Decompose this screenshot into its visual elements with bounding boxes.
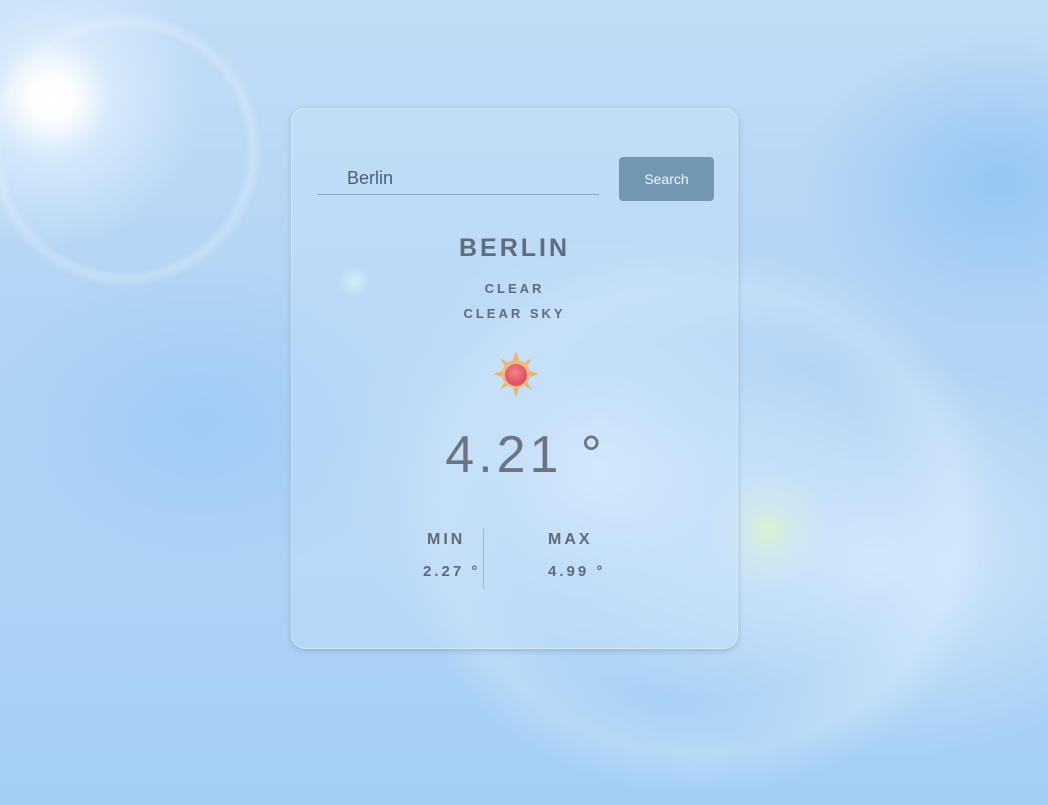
weather-condition: CLEAR	[484, 281, 545, 296]
city-search-input[interactable]	[317, 163, 599, 195]
max-temperature: 4.99 °	[548, 563, 606, 580]
search-bar: Search	[317, 157, 715, 203]
min-temperature: 2.27 °	[423, 563, 481, 580]
search-button[interactable]: Search	[619, 157, 714, 201]
min-label: MIN	[427, 531, 466, 548]
current-temperature: 4.21 °	[445, 426, 606, 484]
weather-card: Search BERLIN CLEAR CLEAR SKY 4.21 ° MIN	[291, 108, 738, 649]
min-temp-block: MIN 2.27 °	[402, 529, 484, 589]
max-label: MAX	[548, 531, 593, 548]
sun-icon	[493, 351, 539, 397]
city-name: BERLIN	[458, 234, 571, 262]
max-temp-block: MAX 4.99 °	[532, 529, 622, 589]
weather-description: CLEAR SKY	[463, 306, 566, 321]
